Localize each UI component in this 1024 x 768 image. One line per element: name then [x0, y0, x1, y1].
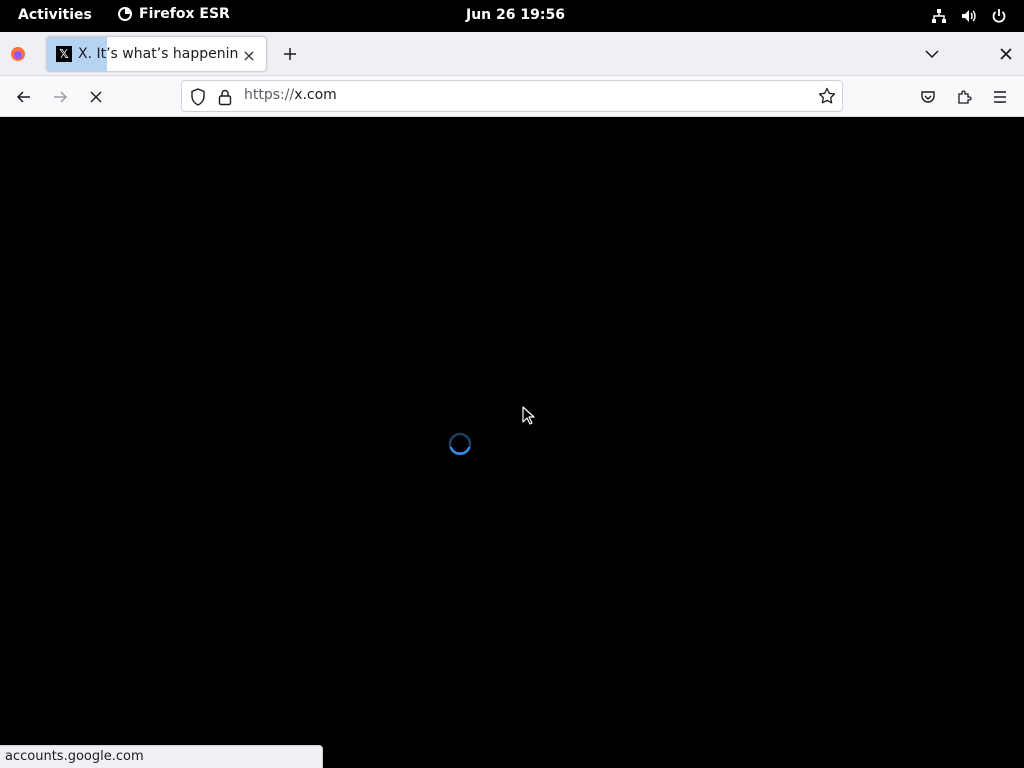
pocket-icon	[921, 91, 935, 103]
hamburger-icon	[994, 91, 1006, 103]
clock[interactable]: Jun 26 19:56	[466, 7, 565, 23]
tab-title: X. It’s what’s happening / X	[78, 46, 238, 62]
tab-strip: 𝕏 X. It’s what’s happening / X ×	[0, 32, 1024, 76]
extensions-button[interactable]	[953, 86, 975, 108]
system-tray[interactable]	[930, 7, 1008, 25]
plus-icon	[284, 48, 296, 60]
volume-icon[interactable]	[960, 7, 978, 25]
network-icon[interactable]	[930, 7, 948, 25]
firefox-logo-icon	[11, 47, 25, 61]
new-tab-button[interactable]	[280, 44, 300, 64]
forward-button[interactable]	[49, 86, 71, 108]
pocket-button[interactable]	[917, 86, 939, 108]
window-close-button[interactable]	[996, 44, 1016, 64]
lock-icon[interactable]	[218, 88, 232, 106]
close-icon	[1000, 48, 1012, 60]
app-menu-button[interactable]: Firefox ESR	[117, 6, 230, 22]
navigation-toolbar: https://x.com	[0, 76, 1024, 117]
tab-close-icon[interactable]: ×	[240, 46, 258, 65]
back-button[interactable]	[13, 86, 35, 108]
app-menu-hamburger[interactable]	[989, 86, 1011, 108]
stop-button[interactable]	[85, 86, 107, 108]
url-bar[interactable]: https://x.com	[181, 80, 843, 112]
chevron-down-icon	[925, 50, 939, 59]
page-content[interactable]	[0, 117, 1024, 768]
activities-button[interactable]: Activities	[18, 7, 92, 23]
mouse-cursor-icon	[522, 406, 535, 425]
status-panel: accounts.google.com	[0, 745, 323, 768]
url-text[interactable]: https://x.com	[244, 87, 337, 103]
power-icon[interactable]	[990, 7, 1008, 25]
arrow-left-icon	[16, 91, 30, 103]
system-top-bar: Activities Firefox ESR Jun 26 19:56	[0, 0, 1024, 32]
bookmark-star-icon[interactable]	[818, 87, 836, 105]
list-all-tabs-button[interactable]	[922, 44, 942, 64]
loading-spinner-icon	[448, 432, 472, 456]
url-scheme: https://	[244, 87, 295, 103]
stop-icon	[90, 91, 102, 103]
app-name: Firefox ESR	[139, 6, 230, 22]
arrow-right-icon	[54, 91, 68, 103]
url-host: x.com	[294, 87, 337, 103]
firefox-icon	[118, 7, 132, 21]
firefox-view-button[interactable]	[6, 42, 30, 66]
puzzle-icon	[958, 90, 972, 104]
tab-x[interactable]: 𝕏 X. It’s what’s happening / X ×	[46, 36, 267, 72]
x-logo-icon: 𝕏	[56, 46, 72, 62]
tracking-protection-icon[interactable]	[190, 88, 206, 106]
